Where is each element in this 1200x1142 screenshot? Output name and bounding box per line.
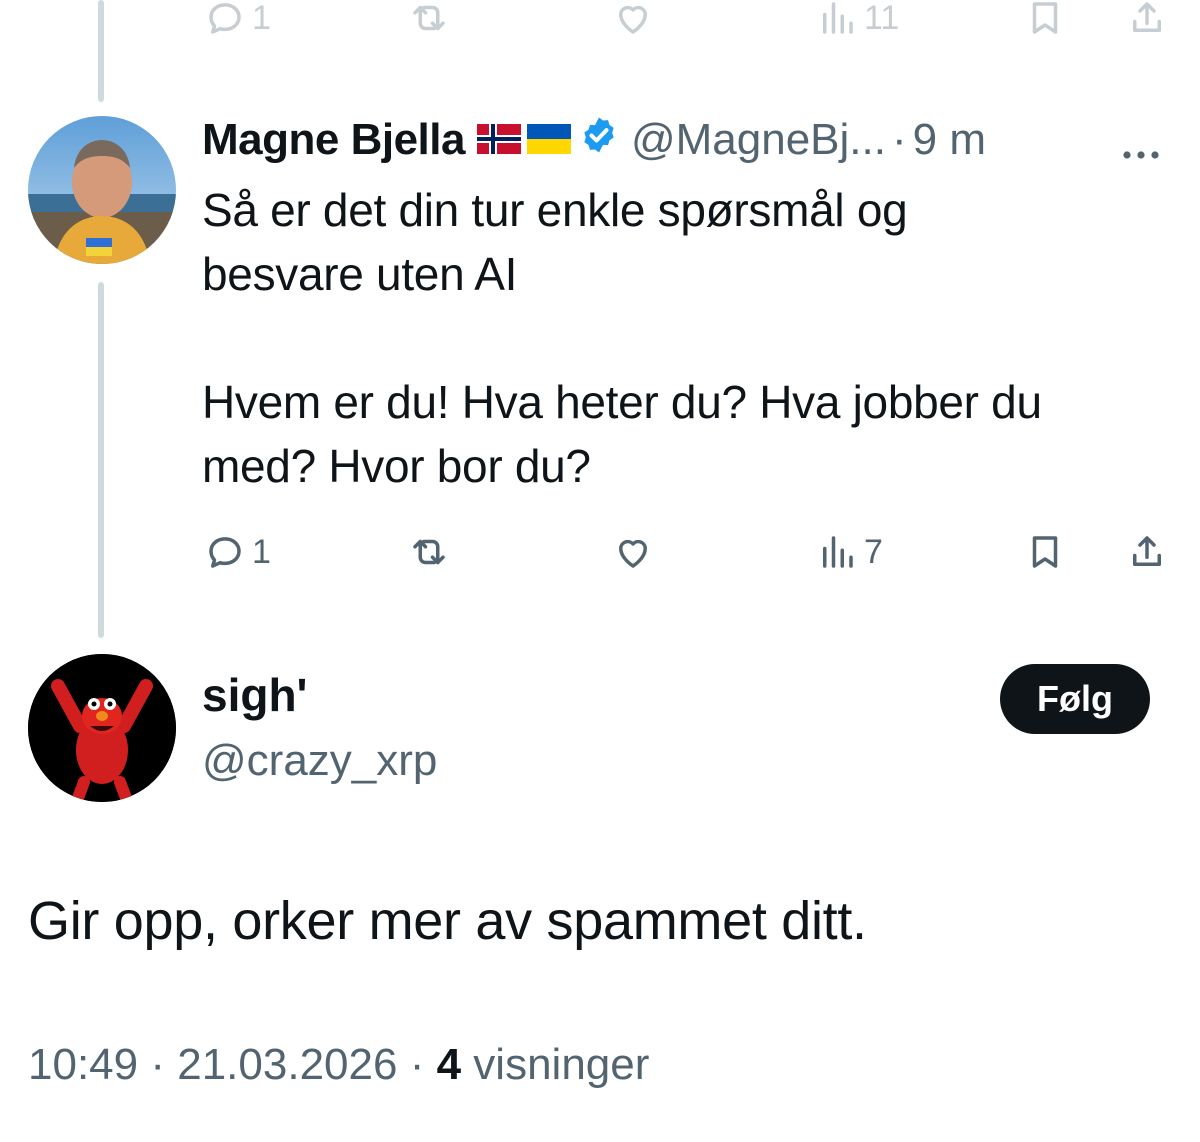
retweet-action[interactable] (408, 0, 450, 42)
reply-count: 1 (252, 0, 271, 37)
separator: · (150, 1040, 165, 1089)
bookmark-icon (1032, 2, 1058, 34)
separator: · (409, 1040, 425, 1089)
tweet-paragraph-1: Så er det din tur enkle spørsmål og besv… (202, 184, 908, 300)
retweet-icon (413, 539, 445, 565)
profile-photo (28, 654, 176, 802)
follow-button[interactable]: Følg (1000, 664, 1150, 734)
views-label: visninger (473, 1040, 650, 1089)
like-action[interactable] (612, 528, 654, 576)
norway-flag-icon (476, 115, 521, 165)
thread-line-bottom (98, 282, 104, 638)
views-count: 4 (436, 1040, 462, 1089)
reply-icon (209, 3, 241, 34)
display-name[interactable]: Magne Bjella (202, 115, 465, 165)
reply-display-name[interactable]: sigh' (202, 668, 308, 722)
retweet-icon (413, 5, 445, 31)
reply-text: Gir opp, orker mer av spammet ditt. (28, 891, 867, 951)
timestamp[interactable]: 9 m (913, 115, 986, 165)
handle[interactable]: @MagneBj... (631, 115, 886, 165)
tweet-paragraph-2: Hvem er du! Hva heter du? Hva jobber du … (202, 376, 1042, 492)
profile-photo (28, 116, 176, 264)
share-action[interactable] (1126, 528, 1168, 576)
like-action[interactable] (612, 0, 654, 42)
ukraine-flag-icon (526, 115, 571, 165)
views-count: 7 (864, 532, 883, 571)
views-icon (823, 536, 853, 568)
bookmark-icon (1032, 536, 1058, 568)
tweet-header: Magne Bjella @MagneBj... · 9 m (202, 110, 1162, 170)
bookmark-action[interactable] (1024, 528, 1066, 576)
avatar-crazy-xrp[interactable] (28, 654, 176, 802)
tweet-text: Så er det din tur enkle spørsmål og besv… (202, 178, 1162, 498)
more-icon[interactable] (1120, 128, 1162, 159)
tweet-actions: 1 7 (200, 528, 1170, 576)
reply-time[interactable]: 10:49 (28, 1040, 138, 1089)
like-icon (619, 539, 647, 568)
separator: · (891, 115, 907, 164)
views-icon (823, 2, 853, 34)
reply-action[interactable]: 1 (204, 528, 271, 576)
reply-icon (209, 537, 241, 568)
share-icon (1133, 2, 1161, 32)
tweet-meta: 10:49 · 21.03.2026 · 4 visninger (28, 1040, 649, 1090)
views-count: 11 (864, 0, 900, 37)
bookmark-action[interactable] (1024, 0, 1066, 42)
views-action[interactable]: 7 (816, 528, 883, 576)
avatar-magne-bjella[interactable] (28, 116, 176, 264)
views-action[interactable]: 11 (816, 0, 899, 42)
share-action[interactable] (1126, 0, 1168, 42)
share-icon (1133, 536, 1161, 566)
reply-date[interactable]: 21.03.2026 (177, 1040, 397, 1089)
verified-icon (579, 115, 619, 166)
retweet-action[interactable] (408, 528, 450, 576)
like-icon (619, 5, 647, 34)
thread-line-top (98, 0, 104, 102)
reply-handle[interactable]: @crazy_xrp (202, 736, 437, 786)
reply-count: 1 (252, 532, 271, 571)
previous-tweet-actions: 1 11 (200, 0, 1170, 42)
reply-action[interactable]: 1 (204, 0, 271, 42)
